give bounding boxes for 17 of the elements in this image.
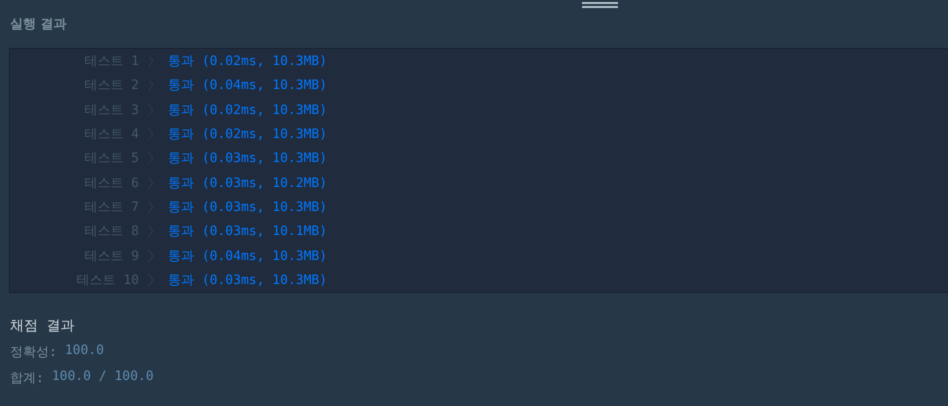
score-label: 합계: <box>10 370 44 387</box>
score-value: 100.0 / 100.0 <box>52 369 154 386</box>
test-result: 통과 (0.02ms, 10.3MB) <box>168 102 328 119</box>
test-result: 통과 (0.04ms, 10.3MB) <box>168 248 328 265</box>
test-result: 통과 (0.03ms, 10.3MB) <box>168 272 328 289</box>
test-result: 통과 (0.03ms, 10.3MB) <box>168 198 328 216</box>
score-value: 100.0 <box>64 343 104 360</box>
test-result: 통과 (0.04ms, 10.3MB) <box>168 77 328 94</box>
test-result: 통과 (0.03ms, 10.2MB) <box>168 174 328 192</box>
drag-handle-icon[interactable] <box>582 2 618 8</box>
test-result: 통과 (0.03ms, 10.3MB) <box>168 150 328 168</box>
test-result: 통과 (0.02ms, 10.3MB) <box>168 53 328 70</box>
panel-title: 실행 결과 <box>10 16 67 33</box>
score-label: 정확성: <box>10 344 57 361</box>
test-result: 통과 (0.03ms, 10.1MB) <box>168 223 328 240</box>
test-result: 통과 (0.02ms, 10.3MB) <box>168 126 328 144</box>
grading-title: 채점 결과 <box>10 317 76 335</box>
